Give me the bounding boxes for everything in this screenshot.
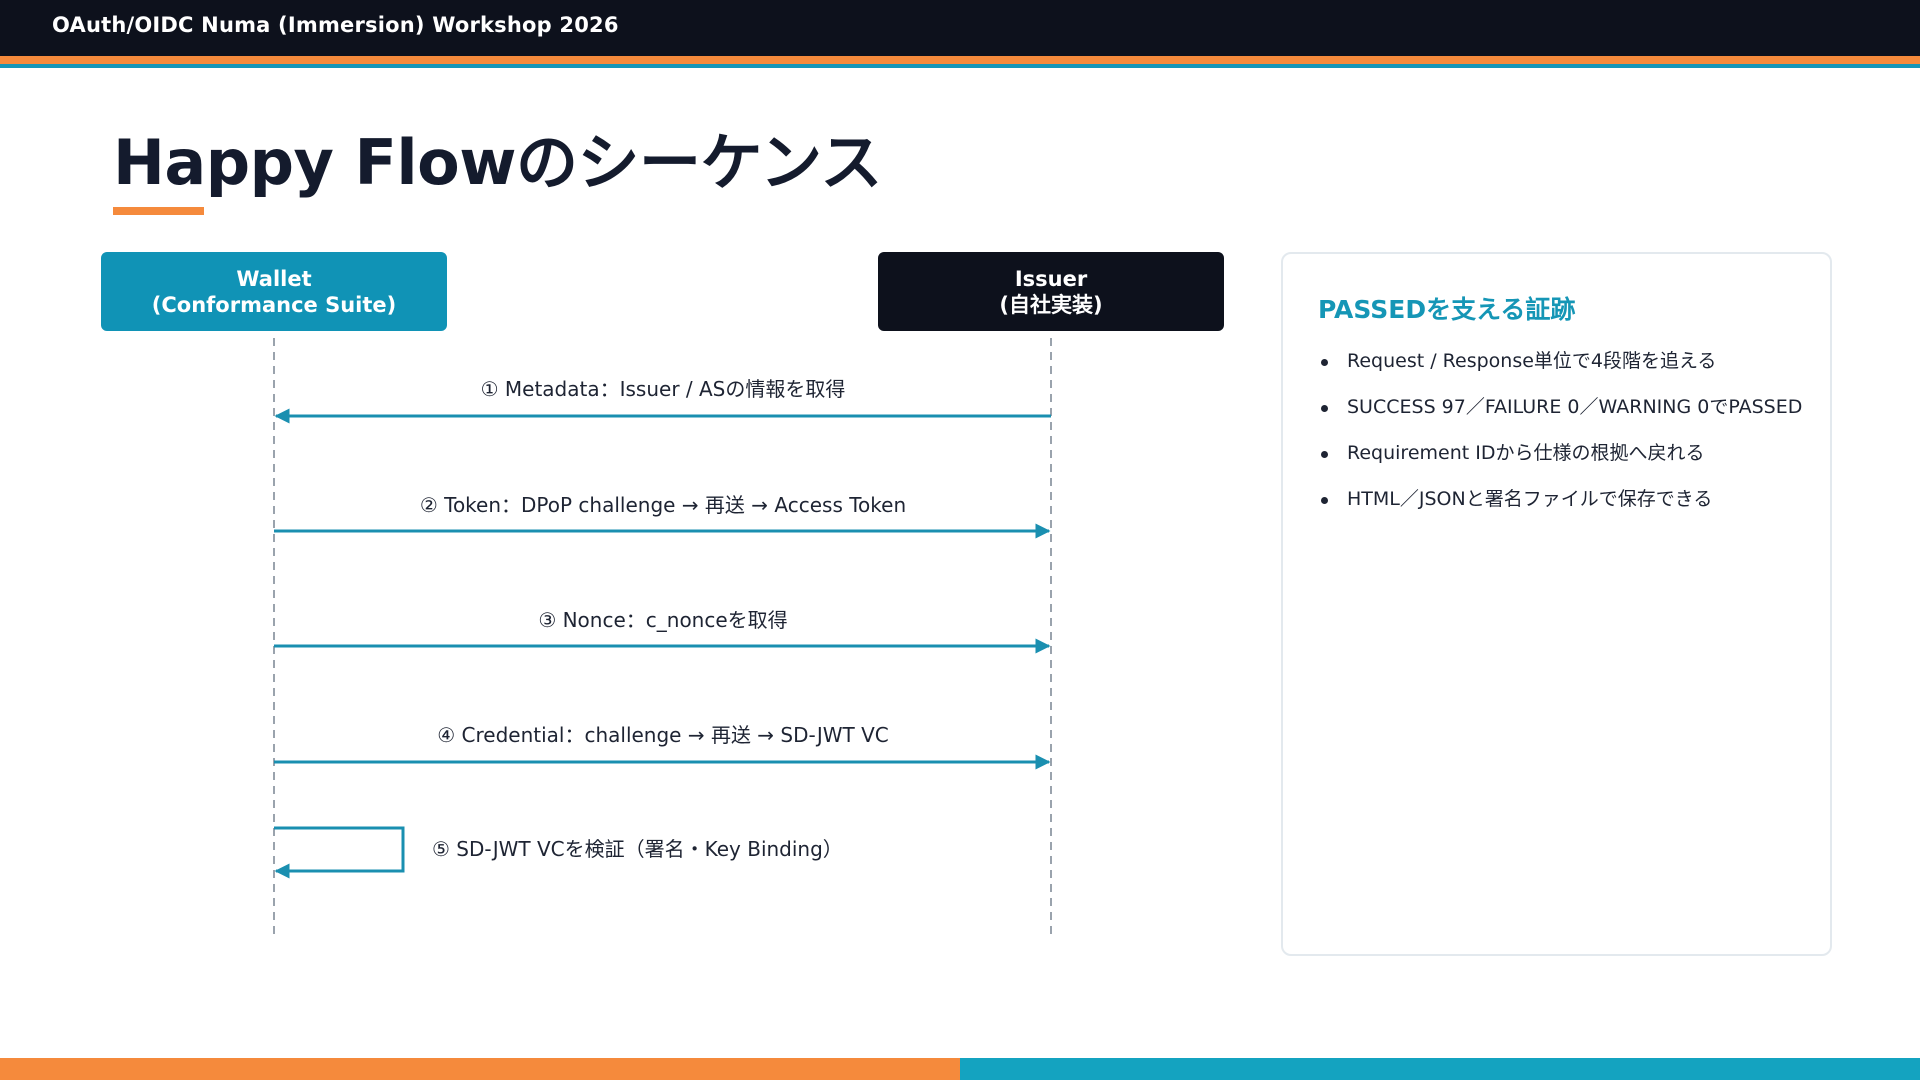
- list-item-text: SUCCESS 97／FAILURE 0／WARNING 0でPASSED: [1347, 396, 1803, 418]
- message-label-3: ③ Nonce：c_nonceを取得: [538, 608, 788, 632]
- bullet-icon: [1321, 405, 1328, 412]
- bullet-icon: [1321, 497, 1328, 504]
- actor-issuer: Issuer (自社実装): [878, 252, 1224, 331]
- actor-issuer-name: Issuer: [1014, 266, 1088, 291]
- list-item-text: HTML／JSONと署名ファイルで保存できる: [1347, 488, 1713, 510]
- message-label-4: ④ Credential：challenge → 再送 → SD-JWT VC: [437, 723, 889, 747]
- list-item-text: Request / Response単位で4段階を追える: [1347, 350, 1717, 372]
- evidence-list: Request / Response単位で4段階を追える SUCCESS 97／…: [1318, 346, 1808, 530]
- panel-heading: PASSEDを支える証跡: [1318, 295, 1576, 324]
- self-message-arrow-5: [274, 826, 405, 879]
- list-item: Request / Response単位で4段階を追える: [1318, 346, 1808, 377]
- message-label-5: ⑤ SD-JWT VCを検証（署名・Key Binding）: [432, 837, 843, 861]
- evidence-panel: PASSEDを支える証跡 Request / Response単位で4段階を追え…: [1281, 252, 1832, 956]
- footer-orange-bar: [0, 1058, 960, 1080]
- actor-issuer-subtitle: (自社実装): [999, 292, 1103, 317]
- actor-wallet: Wallet (Conformance Suite): [101, 252, 447, 331]
- list-item: SUCCESS 97／FAILURE 0／WARNING 0でPASSED: [1318, 392, 1808, 423]
- list-item-text: Requirement IDから仕様の根拠へ戻れる: [1347, 442, 1705, 464]
- footer-blue-bar: [960, 1058, 1920, 1080]
- slide: OAuth/OIDC Numa (Immersion) Workshop 202…: [0, 0, 1920, 1080]
- message-label-2: ② Token：DPoP challenge → 再送 → Access Tok…: [419, 493, 907, 517]
- message-label-1: ① Metadata：Issuer / ASの情報を取得: [480, 377, 846, 401]
- list-item: Requirement IDから仕様の根拠へ戻れる: [1318, 438, 1808, 469]
- actor-wallet-name: Wallet: [236, 266, 312, 291]
- bullet-icon: [1321, 359, 1328, 366]
- actor-wallet-subtitle: (Conformance Suite): [151, 292, 397, 317]
- list-item: HTML／JSONと署名ファイルで保存できる: [1318, 484, 1808, 515]
- bullet-icon: [1321, 451, 1328, 458]
